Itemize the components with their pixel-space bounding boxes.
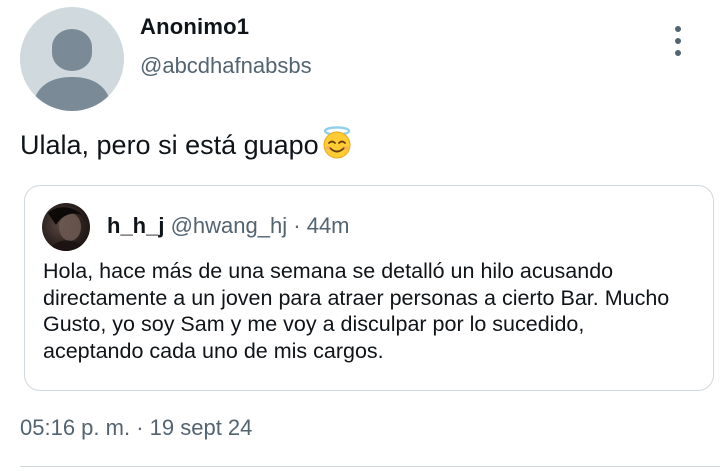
tweet-timestamp[interactable]: 05:16 p. m. · 19 sept 24 [20,415,252,441]
author-handle[interactable]: @abcdhafnabsbs [140,53,312,79]
tweet-text: Ulala, pero si está guapo [20,126,354,169]
tweet-text-content: Ulala, pero si está guapo [20,130,319,160]
quoted-tweet-text: Hola, hace más de una semana se detalló … [43,259,670,363]
quoted-time-ago[interactable]: 44m [307,213,350,238]
more-options-icon[interactable] [668,26,688,56]
smiling-face-with-halo-emoji [320,126,354,169]
author-avatar[interactable] [20,7,124,111]
more-dot [675,26,681,32]
tweet-date: 19 sept 24 [149,415,253,440]
quoted-header-separator: · [293,213,301,238]
quoted-author-display-name[interactable]: h_h_j [107,213,164,238]
quoted-author-handle[interactable]: @hwang_hj [171,213,288,238]
default-profile-icon [32,29,112,111]
more-dot [675,38,681,44]
more-dot [675,50,681,56]
tweet-time: 05:16 p. m. [20,415,131,440]
timestamp-separator: · [136,415,144,440]
quoted-tweet-card[interactable]: h_h_j @hwang_hj · 44m Hola, hace más de … [24,185,714,391]
author-display-name[interactable]: Anonimo1 [140,14,249,40]
divider [20,466,720,467]
quoted-author-avatar[interactable] [42,203,90,251]
quoted-tweet-header: h_h_j @hwang_hj · 44m [107,213,350,239]
